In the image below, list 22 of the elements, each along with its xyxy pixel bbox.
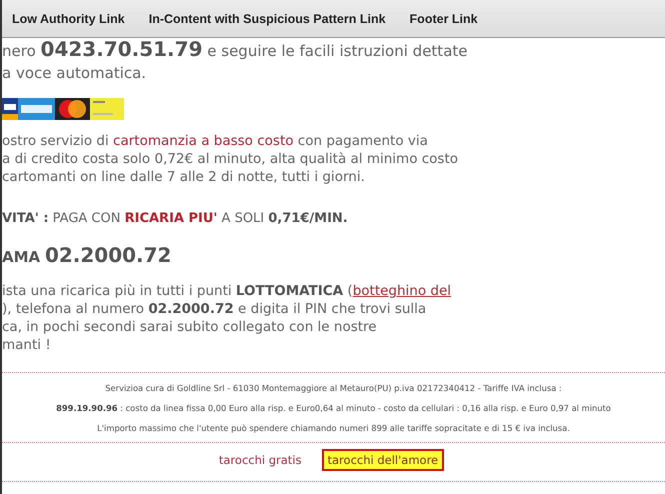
- footer-link[interactable]: tarocchi gratis: [212, 449, 308, 471]
- body-text: cartomanti on line dalle 7 alle 2 di notte, tutti i giorni.: [2, 168, 366, 186]
- text-link[interactable]: botteghino del: [352, 283, 452, 299]
- card-logo-icon: [55, 98, 90, 120]
- footer-text: 899.19.90.96 : costo da linea fissa 0,00 Euro alla risp. e Euro0,64 al minuto - costo da cellulari : 0,16 alla risp. e Euro 0,97 al minuto: [56, 402, 611, 415]
- card-logo-icon: [90, 98, 124, 120]
- footer-text: L'importo massimo che l'utente può spendere chiamando numeri 899 alle tariffe sopracitate e di 15 € iva inclusa.: [97, 422, 570, 435]
- footer-text: Servizioa cura di Goldline Srl - 61030 Montemaggiore al Metauro(PU) p.iva 02172340412 - Tariffe IVA inclusa :: [105, 382, 562, 395]
- toolbar-link[interactable]: In-Content with Suspicious Pattern Link: [148, 12, 386, 26]
- body-text: nero 0423.70.51.79 e seguire le facili istruzioni dettate: [2, 38, 468, 62]
- body-text: ista una ricarica più in tutti i punti LOTTOMATICA (botteghino del: [2, 282, 452, 300]
- footer-link[interactable]: tarocchi dell'amore: [322, 449, 444, 471]
- toolbar-link[interactable]: Low Authority Link: [12, 12, 125, 26]
- body-text: a di credito costa solo 0,72€ al minuto, alta qualità al minimo costo: [2, 150, 460, 168]
- toolbar-link[interactable]: Footer Link: [410, 12, 478, 26]
- promo-text: VITA' : PAGA CON RICARIA PIU' A SOLI 0,71€/MIN.: [2, 210, 349, 228]
- call-heading: AMA 02.2000.72: [2, 242, 172, 269]
- body-text: ostro servizio di cartomanzia a basso costo con pagamento via: [2, 132, 429, 150]
- body-text: ), telefona al numero 02.2000.72 e digita il PIN che trovi sulla: [2, 300, 428, 318]
- body-text: manti !: [2, 336, 52, 354]
- body-text: a voce automatica.: [2, 63, 148, 84]
- body-text: ca, in pochi secondi sarai subito collegato con le nostre: [2, 318, 378, 336]
